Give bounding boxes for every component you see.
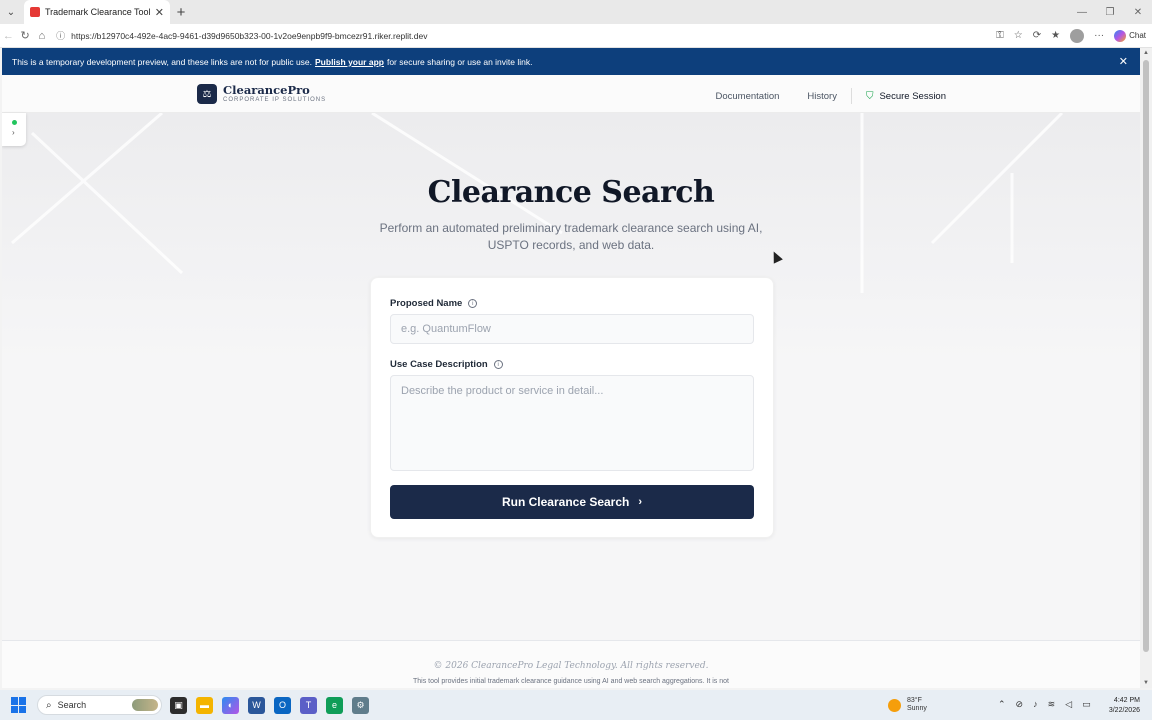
page-footer: © 2026 ClearancePro Legal Technology. Al… — [2, 640, 1140, 688]
brand-tagline: CORPORATE IP SOLUTIONS — [223, 97, 327, 103]
home-icon[interactable]: ⌂ — [33, 24, 50, 48]
secure-session-status: ⛉ Secure Session — [866, 91, 946, 102]
chat-label: Chat — [1129, 31, 1147, 40]
app-header: ⚖ ClearancePro CORPORATE IP SOLUTIONS Do… — [2, 75, 1140, 113]
weather-desc: Sunny — [907, 705, 927, 712]
header-nav: Documentation History ⛉ Secure Session — [715, 88, 946, 104]
more-menu-icon[interactable]: ··· — [1094, 30, 1104, 41]
scroll-thumb[interactable] — [1143, 60, 1149, 652]
scales-icon: ⚖ — [197, 84, 217, 104]
windows-start-icon[interactable] — [11, 697, 27, 713]
brand-logo[interactable]: ⚖ ClearancePro CORPORATE IP SOLUTIONS — [197, 84, 326, 104]
brand-name: ClearancePro — [223, 83, 310, 97]
proposed-name-label-text: Proposed Name — [390, 298, 463, 309]
info-icon[interactable]: i — [468, 299, 478, 308]
url-text: https://b12970c4-492e-4ac9-9461-d39d9650… — [71, 30, 428, 41]
outlook-icon[interactable]: O — [274, 696, 291, 714]
taskbar-search-label: Search — [57, 700, 87, 710]
teams-icon[interactable]: T — [300, 696, 317, 714]
restore-icon[interactable]: ❐ — [1096, 0, 1124, 24]
meet-now-icon[interactable]: ⊘ — [1016, 699, 1024, 710]
back-arrow-icon[interactable]: ← — [0, 24, 17, 48]
nav-divider — [850, 88, 852, 104]
copilot-app-icon[interactable]: ◐ — [222, 696, 239, 714]
browser-tab[interactable]: Trademark Clearance Tool ✕ — [24, 0, 170, 24]
page-scrollbar[interactable]: ▲ ▼ — [1140, 48, 1152, 688]
run-clearance-search-button[interactable]: Run Clearance Search › — [390, 485, 754, 519]
search-form-card: Proposed Name i Use Case Description i R… — [370, 277, 774, 538]
clock-date: 3/22/2026 — [1108, 707, 1140, 714]
chevron-right-icon: › — [12, 128, 15, 137]
banner-text-after: for secure sharing or use an invite link… — [386, 56, 533, 67]
key-icon[interactable]: ⚿ — [996, 30, 1004, 41]
chevron-right-icon: › — [638, 496, 643, 508]
new-tab-plus-icon[interactable]: + — [170, 0, 192, 24]
nav-history[interactable]: History — [807, 91, 837, 102]
microphone-icon[interactable]: ♪ — [1033, 699, 1038, 710]
tab-title: Trademark Clearance Tool — [45, 7, 151, 17]
favicon-icon — [30, 7, 40, 17]
os-taskbar: ⌕ Search ▣ ▬ ◐ W O T e ⚙ 83°F Sunny ⌃ ⊘ … — [0, 690, 1152, 720]
scroll-up-icon[interactable]: ▲ — [1143, 50, 1149, 56]
info-icon[interactable]: i — [493, 360, 503, 369]
copyright-text: © 2026 ClearancePro Legal Technology. Al… — [433, 661, 709, 671]
scroll-down-icon[interactable]: ▼ — [1143, 680, 1149, 686]
settings-gear-icon[interactable]: ⚙ — [352, 696, 369, 714]
site-info-icon[interactable]: ⓘ — [56, 29, 65, 42]
proposed-name-label: Proposed Name i — [390, 298, 478, 309]
minimize-icon[interactable]: — — [1068, 0, 1096, 24]
refresh-icon[interactable]: ↻ — [17, 24, 34, 48]
proposed-name-input[interactable] — [390, 314, 754, 344]
side-dock-toggle[interactable]: › — [2, 113, 26, 146]
taskbar-clock[interactable]: 4:42 PM 3/22/2026 — [1109, 696, 1140, 716]
clock-time: 4:42 PM — [1113, 697, 1140, 704]
extensions-icon[interactable]: ⟳ — [1033, 30, 1041, 41]
use-case-label: Use Case Description i — [390, 359, 503, 370]
favorites-list-icon[interactable]: ★ — [1051, 30, 1060, 41]
nav-documentation[interactable]: Documentation — [715, 91, 779, 102]
url-field[interactable]: ⓘ https://b12970c4-492e-4ac9-9461-d39d96… — [52, 26, 997, 45]
use-case-textarea[interactable] — [390, 375, 754, 471]
disclaimer-text: This tool provides initial trademark cle… — [413, 678, 729, 685]
weather-widget[interactable]: 83°F Sunny — [888, 697, 927, 713]
taskbar-apps: ▣ ▬ ◐ W O T e ⚙ — [170, 696, 369, 714]
copilot-icon — [1114, 29, 1127, 42]
battery-icon[interactable]: ▭ — [1082, 699, 1091, 710]
banner-close-icon[interactable]: ✕ — [1119, 55, 1128, 68]
word-icon[interactable]: W — [248, 696, 265, 714]
close-tab-icon[interactable]: ✕ — [155, 6, 164, 19]
weather-temp: 83°F — [907, 697, 922, 704]
profile-avatar-icon[interactable] — [1070, 28, 1085, 43]
address-bar-actions: ⚿ ☆ ⟳ ★ ··· Chat — [996, 28, 1152, 43]
tray-overflow-chevron-icon[interactable]: ⌃ — [998, 699, 1006, 710]
banner-text-before: This is a temporary development preview,… — [12, 56, 313, 67]
copilot-chat-button[interactable]: Chat — [1114, 29, 1147, 42]
page-subtitle: Perform an automated preliminary tradema… — [379, 221, 763, 252]
run-button-label: Run Clearance Search — [501, 495, 630, 509]
browser-tab-bar: ⌄ Trademark Clearance Tool ✕ + — ❐ ✕ — [0, 0, 1152, 24]
favorite-star-icon[interactable]: ☆ — [1014, 30, 1023, 41]
system-tray: ⌃ ⊘ ♪ ≋ ◁ ▭ — [998, 699, 1091, 710]
dev-preview-banner: This is a temporary development preview,… — [2, 48, 1140, 75]
edge-browser-icon[interactable]: e — [326, 696, 343, 714]
status-dot-icon — [12, 120, 17, 125]
publish-app-link[interactable]: Publish your app — [315, 57, 384, 67]
page-viewport: ⚖ ClearancePro CORPORATE IP SOLUTIONS Do… — [2, 75, 1140, 688]
address-bar: ← ↻ ⌂ ⓘ https://b12970c4-492e-4ac9-9461-… — [0, 24, 1152, 48]
search-icon: ⌕ — [46, 699, 52, 711]
window-controls: — ❐ ✕ — [1068, 0, 1152, 24]
window-close-icon[interactable]: ✕ — [1124, 0, 1152, 24]
tab-actions-chevron-icon[interactable]: ⌄ — [0, 0, 22, 24]
shield-check-icon: ⛉ — [865, 90, 874, 102]
taskbar-search[interactable]: ⌕ Search — [37, 695, 162, 715]
sunny-weather-icon — [888, 698, 901, 712]
search-highlight-image — [132, 699, 158, 711]
volume-icon[interactable]: ◁ — [1065, 699, 1072, 710]
page-title: Clearance Search — [427, 175, 715, 210]
use-case-label-text: Use Case Description — [390, 359, 488, 370]
wifi-icon[interactable]: ≋ — [1048, 699, 1056, 710]
secure-session-label: Secure Session — [879, 90, 946, 102]
file-explorer-icon[interactable]: ▬ — [196, 696, 213, 714]
task-view-icon[interactable]: ▣ — [170, 696, 187, 714]
